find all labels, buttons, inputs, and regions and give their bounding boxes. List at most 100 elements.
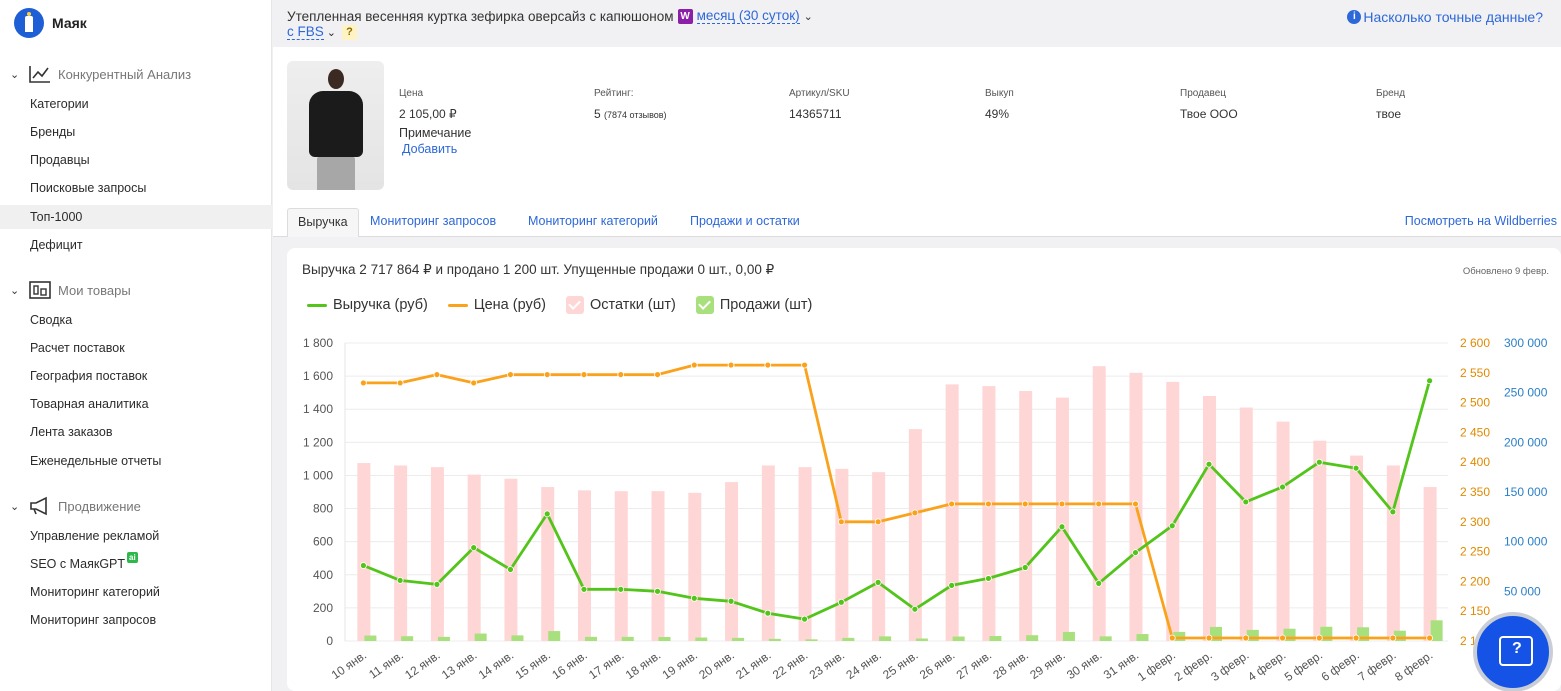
sidebar-item-summary[interactable]: Сводка — [0, 308, 272, 332]
chevron-down-icon: ⌄ — [10, 68, 20, 81]
x-tick-label: 5 февр. — [1282, 648, 1325, 684]
view-on-wildberries-link[interactable]: Посмотреть на Wildberries — [1405, 208, 1557, 235]
chat-question-icon — [1499, 636, 1533, 666]
section-title: Продвижение — [58, 498, 141, 514]
price-point — [1058, 500, 1066, 508]
sales-bar — [474, 633, 487, 641]
tab-revenue[interactable]: Выручка — [287, 208, 359, 237]
price-point — [801, 361, 808, 369]
sidebar-item-seo-gpt[interactable]: SEO с МаякGPT ai — [0, 552, 272, 576]
revenue-chart: 0 200 400 600 800 1 000 1 200 1 400 1 600 1 800 2 … — [303, 336, 1548, 684]
price-point — [1095, 500, 1103, 508]
price-point — [1132, 500, 1139, 508]
buyout-field: Выкуп 49% — [985, 88, 1014, 121]
chevron-down-icon[interactable]: ⌄ — [804, 10, 813, 23]
sidebar-item-query-monitoring[interactable]: Мониторинг запросов — [0, 608, 272, 632]
period-selector[interactable]: месяц (30 суток) — [696, 8, 800, 24]
sales-bar — [768, 638, 781, 641]
x-tick-label: 6 февр. — [1319, 648, 1362, 684]
sales-bar — [879, 636, 892, 641]
y-tick-label-units: 1 000 — [303, 468, 333, 482]
field-value: 49% — [985, 107, 1010, 121]
section-title: Мои товары — [58, 282, 131, 298]
x-tick-label: 19 янв. — [660, 648, 700, 682]
y-tick-label-units: 600 — [313, 535, 333, 549]
price-point — [359, 379, 367, 387]
price-point — [1426, 634, 1434, 642]
sales-bar — [732, 637, 745, 641]
sales-bar — [1136, 634, 1149, 641]
revenue-point — [543, 510, 551, 518]
sidebar-item-deficit[interactable]: Дефицит — [0, 233, 272, 257]
field-label: Выкуп — [985, 88, 1014, 99]
y-tick-label-units: 1 600 — [303, 369, 333, 383]
accuracy-link[interactable]: i Насколько точные данные? — [1347, 9, 1543, 25]
sidebar-item-category-monitoring[interactable]: Мониторинг категорий — [0, 580, 272, 604]
stock-bar — [651, 491, 665, 641]
stock-bar — [1276, 421, 1290, 641]
y-tick-label-revenue: 300 000 — [1504, 336, 1548, 350]
x-tick-label: 1 февр. — [1135, 648, 1178, 684]
section-competitive-analysis[interactable]: ⌄ Конкурентный Анализ — [10, 64, 191, 84]
x-tick-label: 21 янв. — [733, 648, 773, 682]
section-promotion[interactable]: ⌄ Продвижение — [10, 496, 141, 516]
x-tick-label: 27 янв. — [954, 648, 994, 682]
app-logo[interactable]: Маяк — [14, 8, 87, 38]
sidebar-item-search-queries[interactable]: Поисковые запросы — [0, 176, 272, 200]
x-tick-label: 11 янв. — [366, 648, 406, 682]
chevron-down-icon[interactable]: ⌄ — [327, 26, 336, 39]
add-note-link[interactable]: Добавить — [402, 142, 457, 156]
sales-bar — [1099, 636, 1112, 641]
price-point — [654, 371, 661, 378]
section-my-products[interactable]: ⌄ Мои товары — [10, 280, 131, 300]
sidebar-item-supply-geo[interactable]: География поставок — [0, 364, 272, 388]
tab-sales-stock[interactable]: Продажи и остатки — [690, 208, 800, 237]
sidebar-item-sellers[interactable]: Продавцы — [0, 148, 272, 172]
revenue-point — [617, 585, 625, 593]
x-tick-label: 2 февр. — [1172, 648, 1215, 684]
sales-bar — [952, 636, 965, 641]
chevron-down-icon: ⌄ — [10, 500, 20, 513]
sidebar-item-weekly-reports[interactable]: Еженедельные отчеты — [0, 449, 272, 473]
tab-query-monitoring[interactable]: Мониторинг запросов — [370, 208, 496, 237]
sidebar-item-supply-calc[interactable]: Расчет поставок — [0, 336, 272, 360]
sidebar: Маяк ⌄ Конкурентный Анализ Категории Бре… — [0, 0, 272, 691]
sidebar-item-ads[interactable]: Управление рекламой — [0, 524, 272, 548]
revenue-point — [948, 581, 956, 589]
revenue-point — [690, 594, 698, 602]
price-point — [507, 371, 514, 378]
price-point — [727, 361, 735, 369]
brand-link[interactable]: твое — [1376, 107, 1405, 121]
revenue-line — [362, 380, 1431, 621]
revenue-point — [1352, 464, 1360, 472]
tab-category-monitoring[interactable]: Мониторинг категорий — [528, 208, 658, 237]
price-point — [1352, 634, 1360, 642]
stock-bar — [982, 386, 996, 641]
sidebar-item-orders-feed[interactable]: Лента заказов — [0, 420, 272, 444]
sidebar-item-label: SEO с МаякGPT — [30, 557, 126, 571]
x-tick-label: 22 янв. — [770, 648, 810, 682]
price-point — [985, 500, 992, 508]
revenue-point — [1242, 498, 1250, 506]
support-chat-button[interactable] — [1473, 612, 1553, 691]
y-tick-label-units: 1 800 — [303, 336, 333, 350]
sales-bar — [364, 635, 377, 641]
sidebar-item-product-analytics[interactable]: Товарная аналитика — [0, 392, 272, 416]
reviews-count: (7874 отзывов) — [604, 110, 667, 120]
product-image[interactable] — [287, 61, 384, 190]
brand-field: Бренд твое — [1376, 88, 1405, 121]
sidebar-item-brands[interactable]: Бренды — [0, 120, 272, 144]
stock-bar — [835, 468, 849, 641]
sidebar-item-top-1000[interactable]: Топ-1000 — [0, 205, 272, 229]
product-header: Утепленная весенняя куртка зефирка оверс… — [287, 8, 813, 24]
field-label: Рейтинг: — [594, 88, 634, 99]
x-tick-label: 31 янв. — [1101, 648, 1141, 682]
stock-bar — [688, 492, 702, 641]
price-point — [543, 371, 551, 378]
sidebar-item-categories[interactable]: Категории — [0, 92, 272, 116]
seller-link[interactable]: Твое ООО — [1180, 107, 1238, 121]
help-badge[interactable]: ? — [341, 24, 357, 40]
stock-bar — [541, 487, 555, 641]
price-point — [617, 371, 625, 378]
fbs-selector[interactable]: с FBS — [287, 24, 324, 40]
